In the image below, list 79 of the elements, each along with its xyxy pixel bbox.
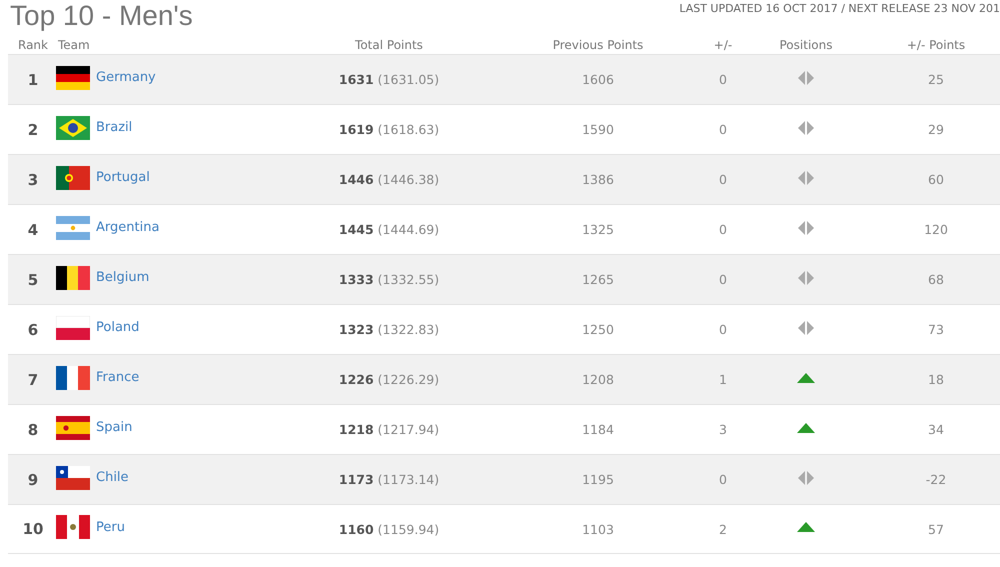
team-link[interactable]: Portugal <box>96 170 150 185</box>
rank-change-cell-text: 0 <box>718 322 728 337</box>
flag-icon <box>56 266 90 290</box>
total-points-cell-text: 1445 (1444.69) <box>338 222 440 237</box>
column-header: +/- <box>712 38 734 52</box>
points-change-cell-text: 57 <box>927 522 945 536</box>
column-header: Previous Points <box>552 38 644 52</box>
flag-icon <box>56 366 90 390</box>
rank-cell-text: 4 <box>26 220 40 238</box>
flag-icon <box>56 216 90 240</box>
previous-points-cell-text: 1208 <box>581 372 615 387</box>
team-link[interactable]: Spain <box>96 420 132 435</box>
rank-cell-text: 8 <box>26 420 40 438</box>
previous-points-cell-text: 1265 <box>581 272 615 287</box>
previous-points-cell-text: 1103 <box>581 522 615 536</box>
team-link[interactable]: France <box>96 370 140 385</box>
rank-change-cell-text: 1 <box>718 372 728 387</box>
rank-change-cell-text: 2 <box>718 522 728 536</box>
points-change-cell-text: 68 <box>927 272 945 287</box>
points-change-cell-text: 18 <box>927 372 945 387</box>
rank-cell-text: 6 <box>26 320 40 338</box>
rank-cell-text: 5 <box>26 270 40 288</box>
team-link[interactable]: Belgium <box>96 270 150 285</box>
total-points-cell-text: 1446 (1446.38) <box>338 172 440 187</box>
previous-points-cell-text: 1386 <box>581 172 615 187</box>
points-change-cell-text: 120 <box>923 222 949 237</box>
total-points-cell-text: 1619 (1618.63) <box>338 122 440 137</box>
flag-icon <box>56 515 90 539</box>
total-points-cell-text: 1173 (1173.14) <box>338 472 440 487</box>
team-link[interactable]: Poland <box>96 320 140 335</box>
previous-points-cell-text: 1250 <box>581 322 615 337</box>
rank-change-cell-text: 0 <box>718 72 728 87</box>
page-title: Top 10 - Men's <box>10 0 193 32</box>
rank-change-cell-text: 0 <box>718 272 728 287</box>
total-points-cell-text: 1218 (1217.94) <box>338 422 440 437</box>
flag-icon <box>56 116 90 140</box>
rank-change-cell-text: 3 <box>718 422 728 437</box>
rank-change-cell-text: 0 <box>718 472 728 487</box>
previous-points-cell-text: 1606 <box>581 72 615 87</box>
points-change-cell-text: 73 <box>927 322 945 337</box>
total-points-cell-text: 1323 (1322.83) <box>338 322 440 337</box>
previous-points-cell-text: 1184 <box>581 422 615 437</box>
total-points-cell-text: 1226 (1226.29) <box>338 372 440 387</box>
rank-cell-text: 10 <box>22 520 44 538</box>
update-note: LAST UPDATED 16 OCT 2017 / NEXT RELEASE 23 NOV 201 <box>679 2 1000 15</box>
team-link[interactable]: Germany <box>96 70 156 85</box>
rank-change-cell-text: 0 <box>718 222 728 237</box>
flag-icon <box>56 316 90 340</box>
rank-cell-text: 1 <box>26 70 40 88</box>
column-header: Total Points <box>354 38 424 52</box>
rank-cell-text: 7 <box>26 370 40 388</box>
points-change-cell-text: -22 <box>924 472 948 487</box>
column-header: Positions <box>778 38 834 52</box>
total-points-cell-text: 1631 (1631.05) <box>338 72 440 87</box>
points-change-cell-text: 29 <box>927 122 945 137</box>
points-change-cell-text: 25 <box>927 72 945 87</box>
team-link[interactable]: Chile <box>96 470 129 485</box>
column-header: Rank <box>17 38 49 52</box>
team-link[interactable]: Argentina <box>96 220 160 235</box>
previous-points-cell-text: 1325 <box>581 222 615 237</box>
flag-icon <box>56 66 90 90</box>
rank-cell-text: 3 <box>26 170 40 188</box>
flag-icon <box>56 466 90 490</box>
rank-cell-text: 2 <box>26 120 40 138</box>
flag-icon <box>56 416 90 440</box>
column-header: Team <box>57 38 91 52</box>
flag-icon <box>56 166 90 190</box>
team-link[interactable]: Brazil <box>96 120 132 135</box>
rank-cell-text: 9 <box>26 470 40 488</box>
previous-points-cell-text: 1195 <box>581 472 615 487</box>
rank-change-cell-text: 0 <box>718 122 728 137</box>
points-change-cell-text: 60 <box>927 172 945 187</box>
rank-change-cell-text: 0 <box>718 172 728 187</box>
column-header: +/- Points <box>906 38 966 52</box>
team-link[interactable]: Peru <box>96 520 125 534</box>
previous-points-cell-text: 1590 <box>581 122 615 137</box>
total-points-cell-text: 1160 (1159.94) <box>338 522 440 536</box>
total-points-cell-text: 1333 (1332.55) <box>338 272 440 287</box>
points-change-cell-text: 34 <box>927 422 945 437</box>
